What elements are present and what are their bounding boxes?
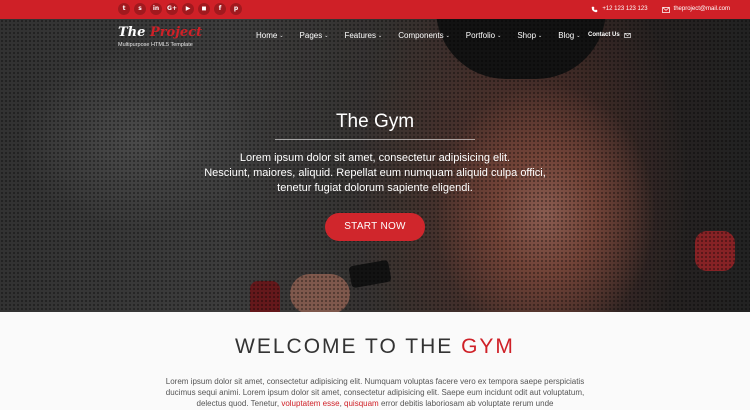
nav-label: Features [344, 31, 377, 40]
quisquam-link[interactable]: quisquam [344, 399, 379, 408]
google-plus-icon[interactable]: G+ [166, 3, 178, 15]
main-nav: Home ⌄ Pages ⌄ Features ⌄ Components ⌄ Portf… [256, 31, 580, 41]
chevron-down-icon: ⌄ [576, 33, 581, 39]
linkedin-icon[interactable]: in [150, 3, 162, 15]
nav-item-components[interactable]: Components ⌄ [398, 31, 450, 41]
logo-subtitle: Multipurpose HTML5 Template [118, 42, 193, 48]
top-contact: +12 123 123 123 theproject@mail.com [591, 4, 730, 15]
welcome-text: Lorem ipsum dolor sit amet, consectetur … [150, 376, 600, 409]
top-bar: t s in G+ ▶ ◼ f p +12 123 123 123 thepro… [0, 0, 750, 19]
pinterest-icon[interactable]: p [230, 3, 242, 15]
chevron-down-icon: ⌄ [538, 33, 543, 39]
welcome-text-part: error debitis laboriosam ab voluptate re… [378, 399, 554, 408]
twitter-icon[interactable]: t [118, 3, 130, 15]
page: t s in G+ ▶ ◼ f p +12 123 123 123 thepro… [0, 0, 750, 410]
nav-item-features[interactable]: Features ⌄ [344, 31, 382, 41]
hero-line-2: Nesciunt, maiores, aliquid. Repellat eum… [204, 167, 546, 179]
nav-label: Components [398, 31, 444, 40]
hero-line-1: Lorem ipsum dolor sit amet, consectetur … [239, 152, 511, 164]
hero-divider [275, 139, 475, 140]
hero-line-3: tenetur fugiat dolorum sapiente eligendi… [277, 182, 473, 194]
logo-text: The Project [118, 26, 202, 40]
nav-item-portfolio[interactable]: Portfolio ⌄ [466, 31, 502, 41]
envelope-icon [624, 32, 631, 38]
chevron-down-icon: ⌄ [279, 33, 284, 39]
contact-us-button[interactable]: Contact Us [588, 32, 631, 38]
welcome-title-accent: GYM [461, 335, 515, 358]
phone-number: +12 123 123 123 [602, 6, 648, 12]
nav-item-blog[interactable]: Blog ⌄ [558, 31, 580, 41]
email-link[interactable]: theproject@mail.com [661, 4, 730, 15]
chevron-down-icon: ⌄ [378, 33, 383, 39]
skype-icon[interactable]: s [134, 3, 146, 15]
logo-title: The [118, 25, 150, 40]
voluptatem-esse-link[interactable]: voluptatem esse [281, 399, 339, 408]
facebook-icon[interactable]: f [214, 3, 226, 15]
nav-label: Blog [558, 31, 575, 40]
nav-item-shop[interactable]: Shop ⌄ [517, 31, 542, 41]
site-logo[interactable]: The Project Multipurpose HTML5 Template [118, 26, 202, 49]
phone-link[interactable]: +12 123 123 123 [591, 4, 648, 15]
logo-title-accent: Project [149, 25, 203, 40]
start-now-button[interactable]: START NOW [325, 213, 425, 241]
nav-label: Home [256, 31, 278, 40]
email-address: theproject@mail.com [673, 6, 730, 12]
phone-icon [592, 6, 598, 13]
welcome-title: WELCOME TO THE GYM [0, 335, 750, 359]
nav-label: Shop [517, 31, 537, 40]
nav-label: Portfolio [465, 31, 496, 40]
chevron-down-icon: ⌄ [497, 33, 502, 39]
flickr-icon[interactable]: ◼ [198, 3, 210, 15]
chevron-down-icon: ⌄ [324, 33, 329, 39]
contact-us-label: Contact Us [588, 32, 620, 38]
nav-item-home[interactable]: Home ⌄ [256, 31, 284, 41]
youtube-icon[interactable]: ▶ [182, 3, 194, 15]
nav-label: Pages [299, 31, 323, 40]
envelope-icon [661, 6, 670, 13]
hero-description: Lorem ipsum dolor sit amet, consectetur … [0, 151, 750, 196]
hero-title: The Gym [335, 111, 415, 132]
chevron-down-icon: ⌄ [445, 33, 450, 39]
nav-item-pages[interactable]: Pages ⌄ [300, 31, 329, 41]
welcome-title-text: WELCOME TO THE [235, 335, 462, 358]
social-links: t s in G+ ▶ ◼ f p [118, 3, 242, 15]
